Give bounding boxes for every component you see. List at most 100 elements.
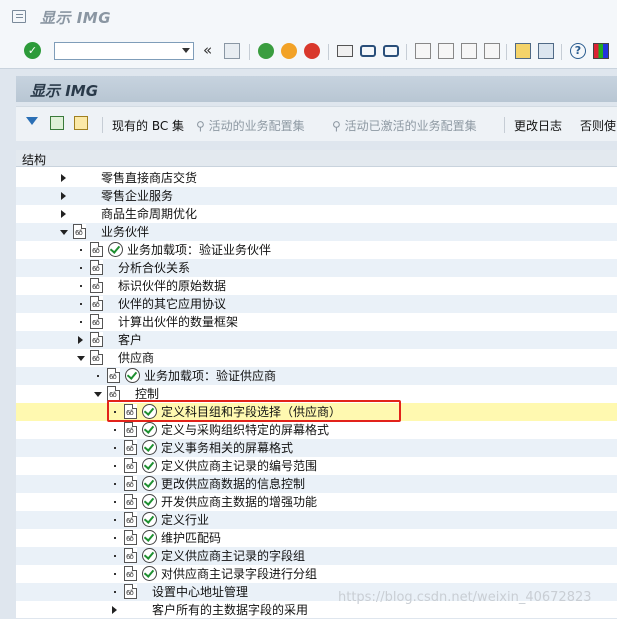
- execute-activity-icon[interactable]: [108, 242, 123, 257]
- menu-icon[interactable]: [12, 10, 26, 23]
- last-page-icon[interactable]: [484, 43, 500, 59]
- tree-row[interactable]: 业务伙伴: [16, 223, 617, 241]
- execute-icon[interactable]: [50, 116, 64, 130]
- back-icon[interactable]: [258, 43, 274, 59]
- expand-node-icon[interactable]: [77, 331, 85, 349]
- documentation-icon[interactable]: [107, 368, 120, 383]
- documentation-icon[interactable]: [73, 224, 86, 239]
- print-icon[interactable]: [337, 45, 353, 57]
- documentation-icon[interactable]: [124, 458, 137, 473]
- leaf-bullet-icon: [111, 439, 119, 457]
- command-field[interactable]: [54, 42, 194, 60]
- documentation-icon[interactable]: [124, 548, 137, 563]
- documentation-icon[interactable]: [124, 494, 137, 509]
- tree-node-label: 定义事务相关的屏幕格式: [161, 441, 294, 455]
- tree-row[interactable]: 对供应商主记录字段进行分组: [16, 565, 617, 583]
- help-icon[interactable]: ?: [570, 43, 586, 59]
- change-log-button[interactable]: 更改日志: [514, 117, 562, 134]
- tree-row[interactable]: 伙伴的其它应用协议: [16, 295, 617, 313]
- tree-row[interactable]: 定义行业: [16, 511, 617, 529]
- note-icon[interactable]: [74, 116, 88, 130]
- find-next-icon[interactable]: [383, 45, 399, 57]
- active-bc-sets-button[interactable]: ⚲ 活动的业务配置集: [196, 117, 305, 134]
- documentation-icon[interactable]: [124, 530, 137, 545]
- tree-row[interactable]: 客户: [16, 331, 617, 349]
- documentation-icon[interactable]: [124, 566, 137, 581]
- execute-activity-icon[interactable]: [142, 494, 157, 509]
- tree-row[interactable]: 维护匹配码: [16, 529, 617, 547]
- tree-row[interactable]: 零售企业服务: [16, 187, 617, 205]
- execute-activity-icon[interactable]: [125, 368, 140, 383]
- first-page-icon[interactable]: [415, 43, 431, 59]
- tree-row[interactable]: 定义供应商主记录的字段组: [16, 547, 617, 565]
- toolbar-separator: [504, 117, 505, 133]
- tree-row[interactable]: 计算出伙伴的数量框架: [16, 313, 617, 331]
- documentation-icon[interactable]: [107, 386, 120, 401]
- chevron-down-icon[interactable]: [182, 48, 190, 53]
- tree-row[interactable]: 业务加载项：验证供应商: [16, 367, 617, 385]
- bc-sets-button[interactable]: 现有的 BC 集: [112, 117, 184, 134]
- documentation-icon[interactable]: [90, 260, 103, 275]
- documentation-icon[interactable]: [90, 350, 103, 365]
- documentation-icon[interactable]: [90, 278, 103, 293]
- structure-column-label: 结构: [22, 153, 47, 167]
- previous-page-icon[interactable]: [438, 43, 454, 59]
- leaf-bullet-icon: [111, 511, 119, 529]
- expand-node-icon[interactable]: [60, 169, 68, 187]
- documentation-icon[interactable]: [124, 476, 137, 491]
- execute-activity-icon[interactable]: [142, 548, 157, 563]
- tree-row[interactable]: 标识伙伴的原始数据: [16, 277, 617, 295]
- tree-row[interactable]: 开发供应商主数据的增强功能: [16, 493, 617, 511]
- documentation-icon[interactable]: [124, 422, 137, 437]
- documentation-icon[interactable]: [124, 584, 137, 599]
- find-icon[interactable]: [360, 45, 376, 57]
- documentation-icon[interactable]: [90, 242, 103, 257]
- tree-row[interactable]: 更改供应商数据的信息控制: [16, 475, 617, 493]
- tree-row[interactable]: 业务加载项：验证业务伙伴: [16, 241, 617, 259]
- leaf-bullet-icon: [77, 277, 85, 295]
- expand-all-icon[interactable]: [26, 117, 38, 125]
- documentation-icon[interactable]: [124, 512, 137, 527]
- collapse-node-icon[interactable]: [77, 349, 85, 367]
- tree-row[interactable]: 供应商: [16, 349, 617, 367]
- documentation-icon[interactable]: [90, 296, 103, 311]
- new-session-icon[interactable]: [515, 43, 531, 59]
- leaf-bullet-icon: [94, 367, 102, 385]
- activated-bc-sets-button[interactable]: ⚲ 活动已激活的业务配置集: [332, 117, 477, 134]
- expand-node-icon[interactable]: [111, 601, 119, 619]
- collapse-node-icon[interactable]: [60, 223, 68, 241]
- shortcut-icon[interactable]: [538, 43, 554, 59]
- collapse-node-icon[interactable]: [94, 385, 102, 403]
- customize-layout-icon[interactable]: [593, 43, 609, 59]
- execute-activity-icon[interactable]: [142, 512, 157, 527]
- bc-set-icon: ⚲: [196, 119, 209, 133]
- window-title-bar: 显示 IMG: [0, 0, 617, 34]
- tree-row[interactable]: 定义与采购组织特定的屏幕格式: [16, 421, 617, 439]
- documentation-icon[interactable]: [90, 332, 103, 347]
- next-page-icon[interactable]: [461, 43, 477, 59]
- tree-row[interactable]: 零售直接商店交货: [16, 169, 617, 187]
- save-icon[interactable]: [224, 43, 240, 59]
- execute-activity-icon[interactable]: [142, 530, 157, 545]
- tree-node-label: 伙伴的其它应用协议: [118, 297, 227, 311]
- exit-icon[interactable]: [281, 43, 297, 59]
- tree-row[interactable]: 定义事务相关的屏幕格式: [16, 439, 617, 457]
- leaf-bullet-icon: [77, 259, 85, 277]
- expand-node-icon[interactable]: [60, 187, 68, 205]
- tree-row[interactable]: 定义供应商主记录的编号范围: [16, 457, 617, 475]
- enter-icon[interactable]: ✓: [24, 42, 41, 59]
- tree-row[interactable]: 分析合伙关系: [16, 259, 617, 277]
- execute-activity-icon[interactable]: [142, 476, 157, 491]
- documentation-icon[interactable]: [90, 314, 103, 329]
- execute-activity-icon[interactable]: [142, 458, 157, 473]
- cancel-icon[interactable]: [304, 43, 320, 59]
- tree-row[interactable]: 商品生命周期优化: [16, 205, 617, 223]
- execute-activity-icon[interactable]: [142, 422, 157, 437]
- documentation-icon[interactable]: [124, 440, 137, 455]
- execute-activity-icon[interactable]: [142, 440, 157, 455]
- bc-set-icon: ⚲: [332, 119, 345, 133]
- otherwise-button[interactable]: 否则使: [580, 117, 616, 134]
- execute-activity-icon[interactable]: [142, 566, 157, 581]
- double-left-arrow-icon[interactable]: «: [203, 43, 219, 59]
- expand-node-icon[interactable]: [60, 205, 68, 223]
